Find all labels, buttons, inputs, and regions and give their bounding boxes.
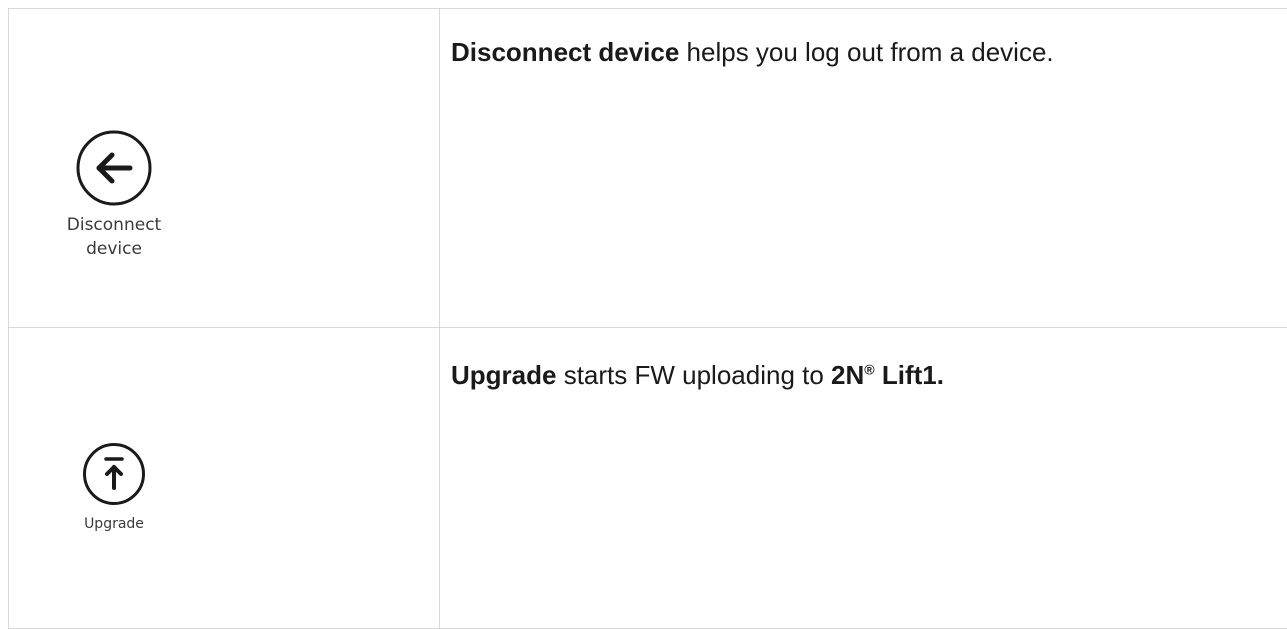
icon-cell-upgrade: Upgrade: [9, 328, 440, 629]
table-row: Disconnect device Disconnect device help…: [9, 9, 1287, 328]
arrow-left-circle-icon: [75, 129, 153, 207]
upgrade-description: Upgrade starts FW uploading to 2N® Lift1…: [440, 328, 1287, 392]
help-table: Disconnect device Disconnect device help…: [8, 8, 1287, 629]
term-upgrade: Upgrade: [451, 360, 556, 390]
description-text: starts FW uploading to: [556, 360, 831, 390]
disconnect-description: Disconnect device helps you log out from…: [440, 9, 1287, 69]
upgrade-label: Upgrade: [84, 512, 144, 536]
registered-mark: ®: [864, 361, 874, 377]
term-disconnect-device: Disconnect device: [451, 37, 679, 67]
description-cell-disconnect: Disconnect device helps you log out from…: [440, 9, 1287, 328]
description-cell-upgrade: Upgrade starts FW uploading to 2N® Lift1…: [440, 328, 1287, 629]
disconnect-device-button[interactable]: Disconnect device: [49, 129, 179, 261]
description-text: helps you log out from a device.: [679, 37, 1053, 67]
disconnect-device-label: Disconnect device: [67, 213, 161, 261]
table-row: Upgrade Upgrade starts FW uploading to 2…: [9, 328, 1287, 629]
upgrade-button[interactable]: Upgrade: [49, 442, 179, 536]
upload-circle-icon: [82, 442, 146, 506]
icon-cell-disconnect: Disconnect device: [9, 9, 440, 328]
product-model: Lift1.: [875, 360, 944, 390]
product-name: 2N: [831, 360, 864, 390]
